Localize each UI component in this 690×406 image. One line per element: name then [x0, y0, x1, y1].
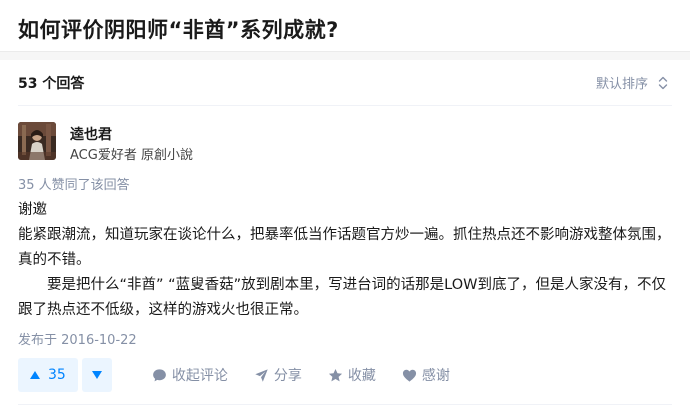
sort-arrows-icon — [658, 76, 668, 89]
favorite-button[interactable]: 收藏 — [328, 365, 376, 385]
thanks-label: 感谢 — [421, 368, 450, 384]
downvote-icon — [91, 371, 102, 379]
share-icon — [255, 368, 268, 382]
upvote-button[interactable]: 35 — [18, 358, 78, 392]
sort-toggle[interactable]: 默认排序 — [596, 73, 668, 92]
answer-paragraph: 要是把什么“非酋” “蓝叟香菇”放到剧本里，写进台词的话那是LOW到底了，但是人… — [18, 277, 666, 318]
share-label: 分享 — [273, 368, 302, 384]
question-title[interactable]: 如何评价阴阳师“非酋”系列成就? — [18, 14, 339, 44]
answer-actions: 35 收起评论 分享 收藏 感谢 — [18, 358, 450, 392]
avatar[interactable] — [18, 122, 56, 160]
vote-meta[interactable]: 35 人赞同了该回答 — [18, 174, 130, 193]
upvote-icon — [30, 371, 40, 379]
answer-body: 谢邀 能紧跟潮流，知道玩家在谈论什么，把暴率低当作话题官方炒一遍。抓住热点还不影… — [18, 198, 672, 323]
comment-label: 收起评论 — [171, 368, 228, 384]
thanks-button[interactable]: 感谢 — [402, 365, 450, 385]
comment-button[interactable]: 收起评论 — [152, 365, 228, 385]
answer-divider — [18, 404, 672, 405]
author-bio: ACG爱好者 原創小說 — [70, 148, 193, 163]
answer-paragraph: 能紧跟潮流，知道玩家在谈论什么，把暴率低当作话题官方炒一遍。抓住热点还不影响游戏… — [18, 227, 671, 268]
star-icon — [328, 368, 342, 381]
avatar-image — [18, 122, 56, 160]
downvote-button[interactable] — [81, 358, 112, 392]
comment-icon — [152, 368, 166, 381]
answers-bar: 53 个回答 默认排序 — [18, 60, 672, 106]
sort-label: 默认排序 — [595, 77, 648, 92]
upvote-count: 35 — [48, 367, 66, 383]
author-name[interactable]: 逵也君 — [70, 124, 112, 144]
publish-date[interactable]: 发布于 2016-10-22 — [18, 329, 137, 348]
question-header: 如何评价阴阳师“非酋”系列成就? — [0, 0, 690, 52]
answer-paragraph: 谢邀 — [18, 202, 47, 218]
favorite-label: 收藏 — [347, 368, 376, 384]
answers-panel: 53 个回答 默认排序 逵也君 ACG爱好者 原創小說 35 人赞同了该回答 谢… — [0, 60, 690, 406]
answers-count: 53 个回答 — [18, 76, 85, 92]
heart-icon — [402, 369, 416, 382]
share-button[interactable]: 分享 — [254, 365, 302, 385]
section-gap — [0, 52, 690, 60]
